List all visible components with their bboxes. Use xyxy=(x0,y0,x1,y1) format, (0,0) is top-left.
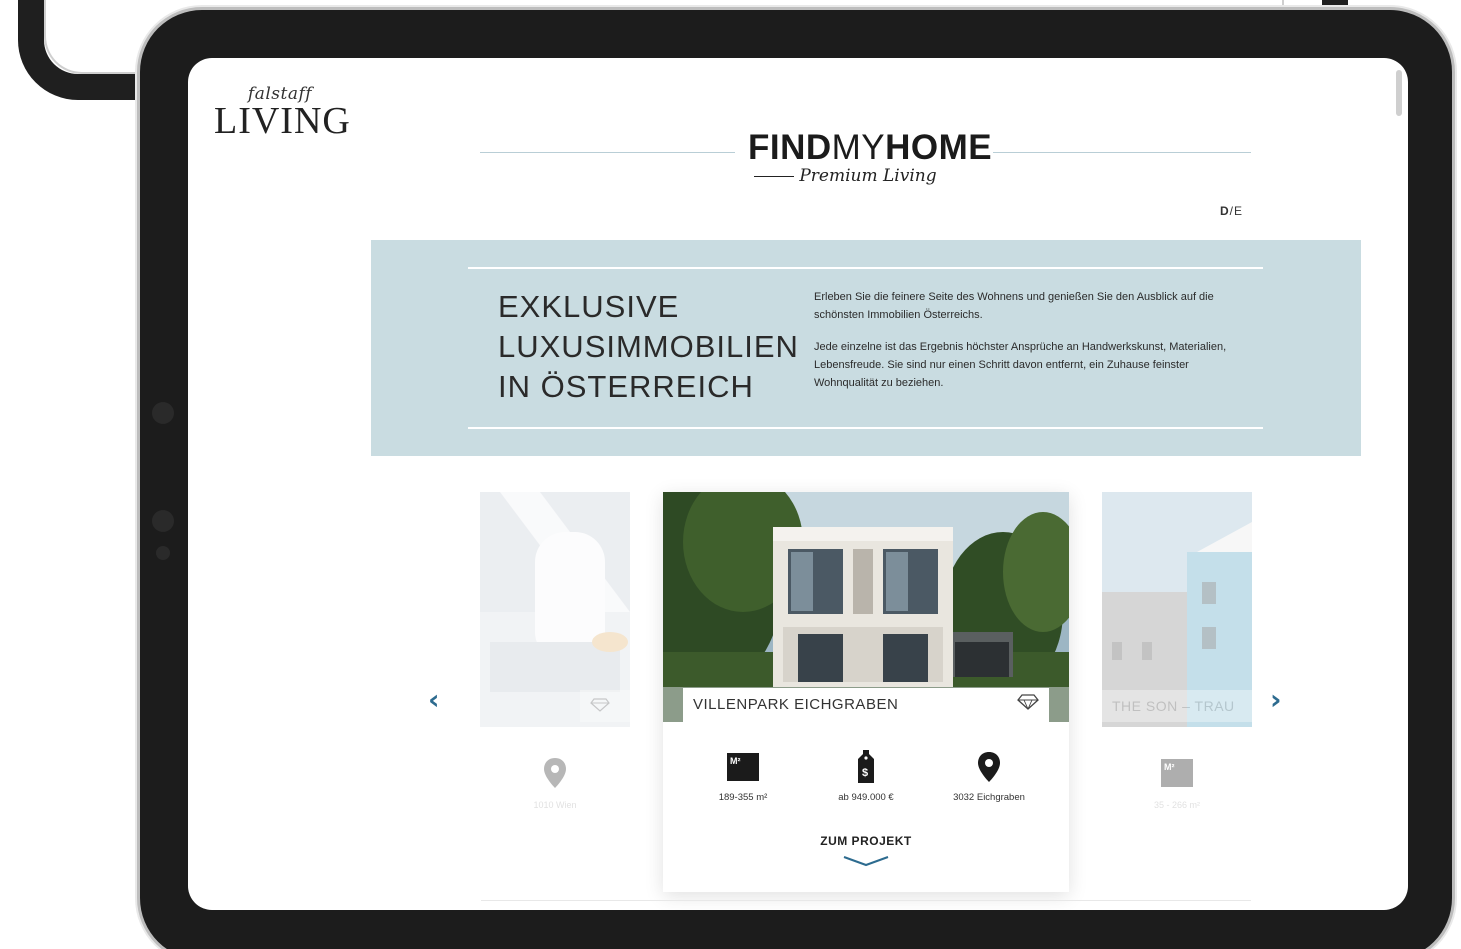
property-card-main[interactable]: VILLENPARK EICHGRABEN M² 189-355 m² $ ab… xyxy=(663,492,1069,892)
brand-find: FIND xyxy=(748,128,832,167)
svg-text:M²: M² xyxy=(730,756,741,766)
tablet-screen: falstaff LIVING FINDMYHOME Premium Livin… xyxy=(188,58,1408,910)
brand-my: MY xyxy=(831,128,886,167)
tablet-button xyxy=(156,546,170,560)
language-de[interactable]: D xyxy=(1220,204,1230,218)
chevron-left-icon[interactable]: ‹ xyxy=(428,683,440,716)
falstaff-living-logo[interactable]: falstaff LIVING xyxy=(214,84,351,142)
brand-home: HOME xyxy=(885,128,993,167)
square-meter-icon-label: M² xyxy=(1164,762,1175,772)
tablet-button xyxy=(152,510,174,532)
property-card-right[interactable]: THE SON – TRAU M² 35 - 266 m² xyxy=(1102,492,1252,902)
property-area-stat: M² 189-355 m² xyxy=(683,750,803,803)
property-location-stat: 3032 Eichgraben xyxy=(929,750,1049,803)
property-area: 189-355 m² xyxy=(718,792,768,803)
language-switch: D/E xyxy=(1220,204,1243,218)
property-name[interactable]: THE SON – TRAU xyxy=(1102,690,1252,722)
price-tag-icon: $ xyxy=(806,750,926,784)
property-location: 3032 Eichgraben xyxy=(953,792,1025,803)
scrollbar[interactable] xyxy=(1396,70,1402,116)
property-stats: M² 189-355 m² $ ab 949.000 € 3032 Eichgr… xyxy=(683,750,1049,803)
property-name[interactable]: VILLENPARK EICHGRABEN xyxy=(693,696,898,713)
hero-title-line: EXKLUSIVE xyxy=(498,289,680,324)
hero-line-bottom xyxy=(468,427,1263,429)
hero-description: Erleben Sie die feinere Seite des Wohnen… xyxy=(814,288,1244,392)
brand-subtitle: Premium Living xyxy=(748,166,988,186)
property-location: 1010 Wien xyxy=(533,800,577,810)
hero-title-line: LUXUSIMMOBILIEN xyxy=(498,329,799,364)
tablet-button xyxy=(152,402,174,424)
hero-line-top xyxy=(468,267,1263,269)
chevron-down-icon[interactable] xyxy=(843,852,889,871)
header-line-left xyxy=(480,152,735,153)
language-en[interactable]: E xyxy=(1234,204,1243,218)
zum-projekt-link[interactable]: ZUM PROJEKT xyxy=(663,834,1069,848)
square-meter-icon: M² xyxy=(1160,758,1194,792)
property-price: ab 949.000 € xyxy=(838,792,894,803)
hero-paragraph: Jede einzelne ist das Ergebnis höchster … xyxy=(814,341,1227,389)
property-price-stat: $ ab 949.000 € xyxy=(806,750,926,803)
findmyhome-brand[interactable]: FINDMYHOME Premium Living xyxy=(748,128,992,186)
diamond-icon xyxy=(1017,694,1039,714)
property-title-box: VILLENPARK EICHGRABEN xyxy=(683,688,1049,722)
hero-title-line: IN ÖSTERREICH xyxy=(498,369,754,404)
map-pin-icon xyxy=(929,750,1049,784)
header-line-right xyxy=(993,152,1251,153)
map-pin-icon xyxy=(544,758,566,792)
property-area: 35 - 266 m² xyxy=(1153,800,1201,810)
svg-text:$: $ xyxy=(862,767,868,779)
logo-big-text: LIVING xyxy=(214,100,351,142)
property-card-left[interactable]: 1010 Wien xyxy=(480,492,630,902)
chevron-right-icon[interactable]: › xyxy=(1270,683,1282,716)
section-divider xyxy=(481,900,1251,901)
square-meter-icon: M² xyxy=(683,750,803,784)
hero-paragraph: Erleben Sie die feinere Seite des Wohnen… xyxy=(814,291,1214,321)
brand-title: FINDMYHOME xyxy=(748,128,992,168)
hero-banner: EXKLUSIVE LUXUSIMMOBILIEN IN ÖSTERREICH … xyxy=(371,240,1361,456)
hero-title: EXKLUSIVE LUXUSIMMOBILIEN IN ÖSTERREICH xyxy=(498,287,799,407)
diamond-icon xyxy=(580,690,630,722)
